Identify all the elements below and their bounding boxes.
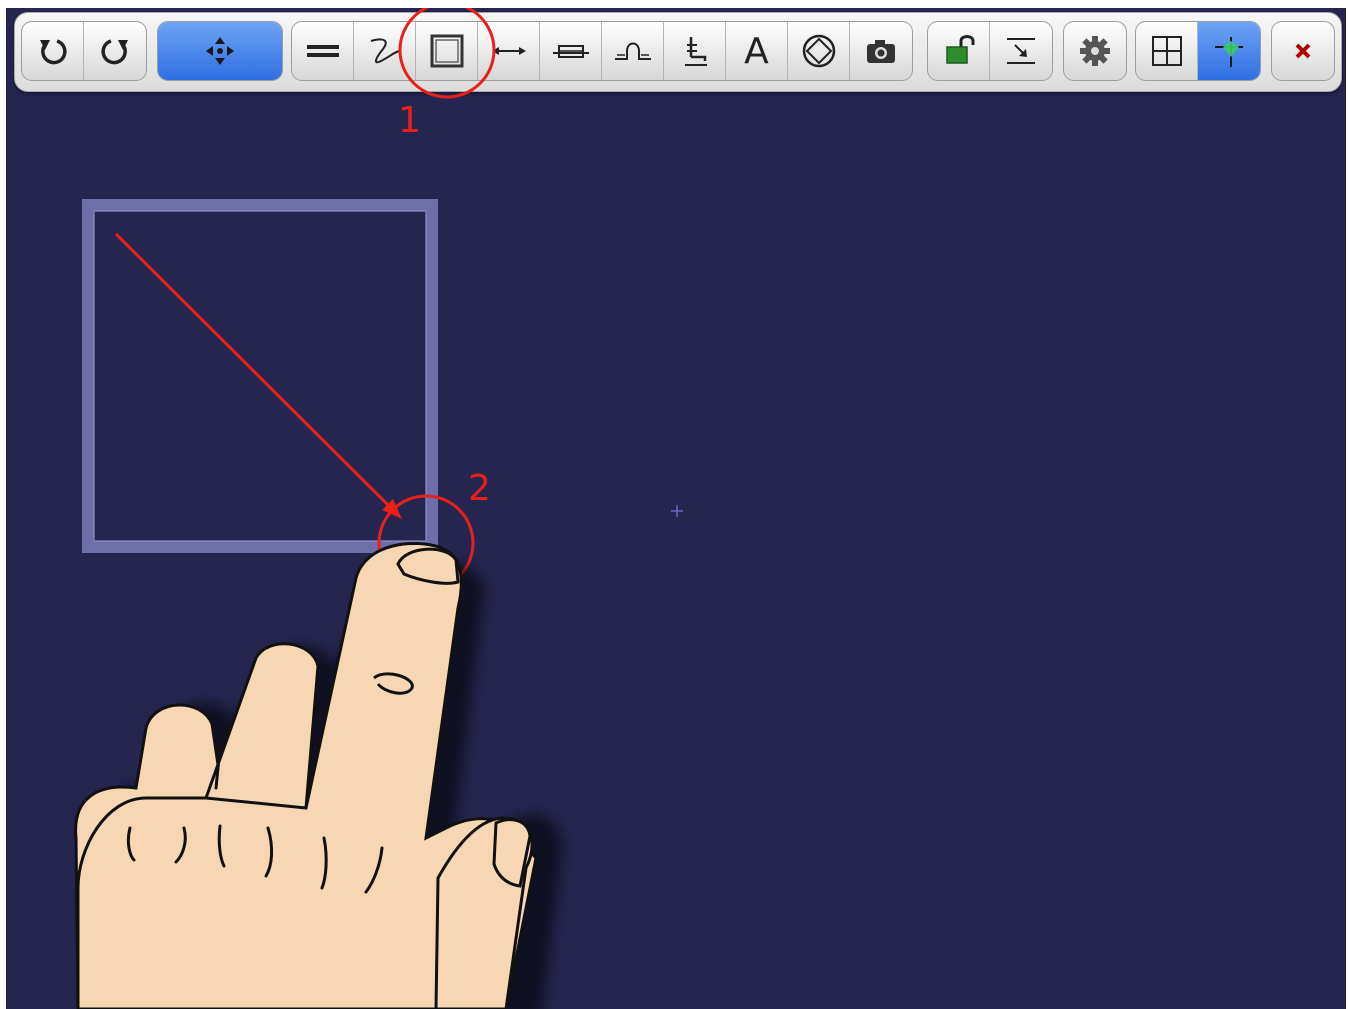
dimension-arrow-icon — [491, 47, 526, 55]
close-group — [1271, 21, 1335, 81]
move-button[interactable] — [158, 22, 282, 80]
window-icon — [552, 45, 589, 58]
camera-icon — [867, 40, 895, 63]
unlock-button[interactable] — [928, 22, 990, 80]
text-tool[interactable]: A — [726, 22, 788, 80]
settings-group — [1063, 21, 1127, 81]
import-icon — [1007, 38, 1035, 64]
lock-group — [927, 21, 1053, 81]
double-line-tool[interactable] — [292, 22, 354, 80]
redo-button[interactable] — [84, 22, 146, 80]
dimension-tool[interactable] — [478, 22, 540, 80]
grid-icon — [1151, 36, 1182, 66]
window-tool[interactable] — [540, 22, 602, 80]
history-group — [21, 21, 147, 81]
redo-icon — [101, 39, 128, 65]
undo-icon — [39, 39, 67, 65]
view-group — [1135, 21, 1261, 81]
text-icon: A — [744, 30, 769, 72]
import-button[interactable] — [990, 22, 1052, 80]
drawing-app-screen: 1 2 A — [6, 8, 1346, 1009]
pointing-hand-illustration — [74, 541, 563, 1009]
callout-label-2: 2 — [468, 468, 491, 509]
grid-toggle-button[interactable] — [1136, 22, 1198, 80]
rectangle-icon — [430, 34, 463, 68]
pan-group — [157, 21, 283, 81]
camera-tool[interactable] — [850, 22, 912, 80]
close-icon — [1295, 43, 1311, 59]
undo-button[interactable] — [22, 22, 84, 80]
chair-tool[interactable] — [664, 22, 726, 80]
step-icon — [614, 42, 651, 60]
settings-button[interactable] — [1064, 22, 1126, 80]
snap-toggle-button[interactable] — [1198, 22, 1260, 80]
draw-tools-group: A — [291, 21, 913, 81]
double-line-icon — [306, 45, 339, 57]
snap-icon — [1215, 37, 1243, 67]
unlock-icon — [945, 35, 974, 64]
main-toolbar: A — [14, 12, 1342, 92]
close-button[interactable] — [1272, 22, 1334, 80]
callout-label-1: 1 — [398, 100, 421, 141]
rectangle-tool[interactable] — [416, 22, 478, 80]
target-tool[interactable] — [788, 22, 850, 80]
gear-icon — [1080, 36, 1110, 66]
freehand-icon — [370, 38, 399, 64]
step-tool[interactable] — [602, 22, 664, 80]
move-arrows-icon — [206, 37, 234, 65]
chair-icon — [684, 37, 707, 66]
target-icon — [802, 34, 835, 68]
freehand-tool[interactable] — [354, 22, 416, 80]
